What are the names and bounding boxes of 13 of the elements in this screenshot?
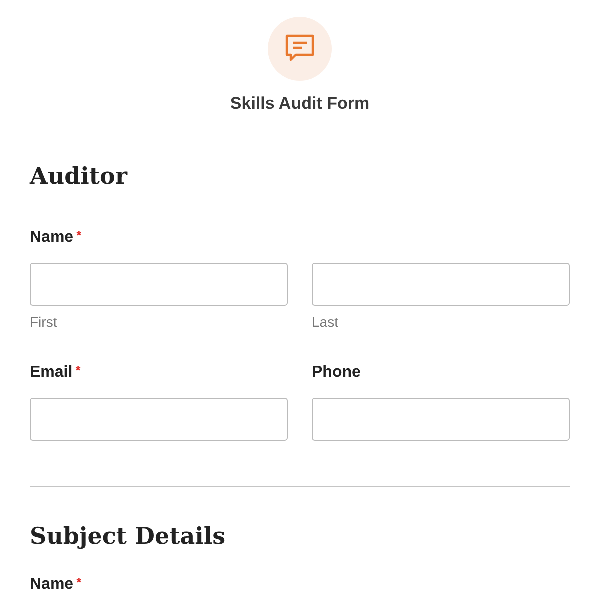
section-heading: Subject Details xyxy=(30,523,227,551)
form-title: Skills Audit Form xyxy=(230,93,370,115)
input-field[interactable] xyxy=(312,398,570,442)
field-label: Phone xyxy=(312,363,362,384)
field-sublabel: First xyxy=(30,313,58,332)
input-field[interactable] xyxy=(30,398,288,442)
field-label: Email * xyxy=(30,362,82,384)
input-field[interactable] xyxy=(30,263,288,306)
section-heading: Auditor xyxy=(30,162,129,190)
field-sublabel: Last xyxy=(312,313,340,332)
input-field[interactable] xyxy=(312,263,570,306)
field-label: Name * xyxy=(30,227,83,248)
field-label: Name * xyxy=(30,574,83,595)
